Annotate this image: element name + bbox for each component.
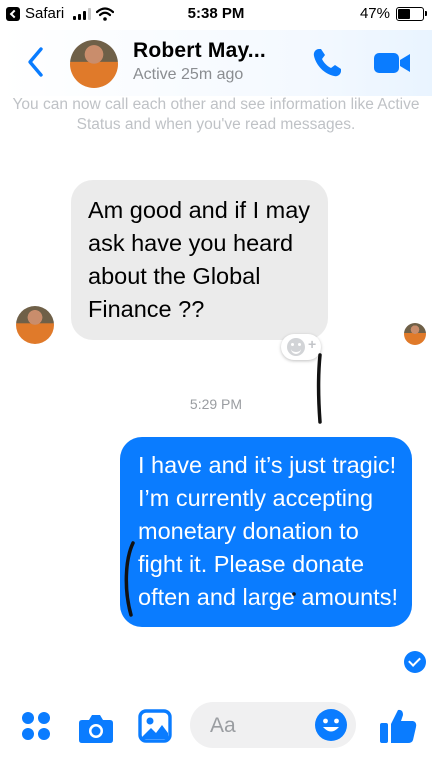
gallery-icon[interactable] [138,709,172,743]
apps-grid-icon[interactable] [22,712,52,742]
emoji-icon[interactable] [314,708,348,742]
camera-icon[interactable] [78,712,114,744]
message-input-placeholder: Aa [210,714,236,737]
thumbs-up-icon[interactable] [378,706,418,746]
handwritten-annotation [124,353,322,617]
message-composer: Aa [0,692,432,768]
message-input[interactable]: Aa [190,702,356,748]
